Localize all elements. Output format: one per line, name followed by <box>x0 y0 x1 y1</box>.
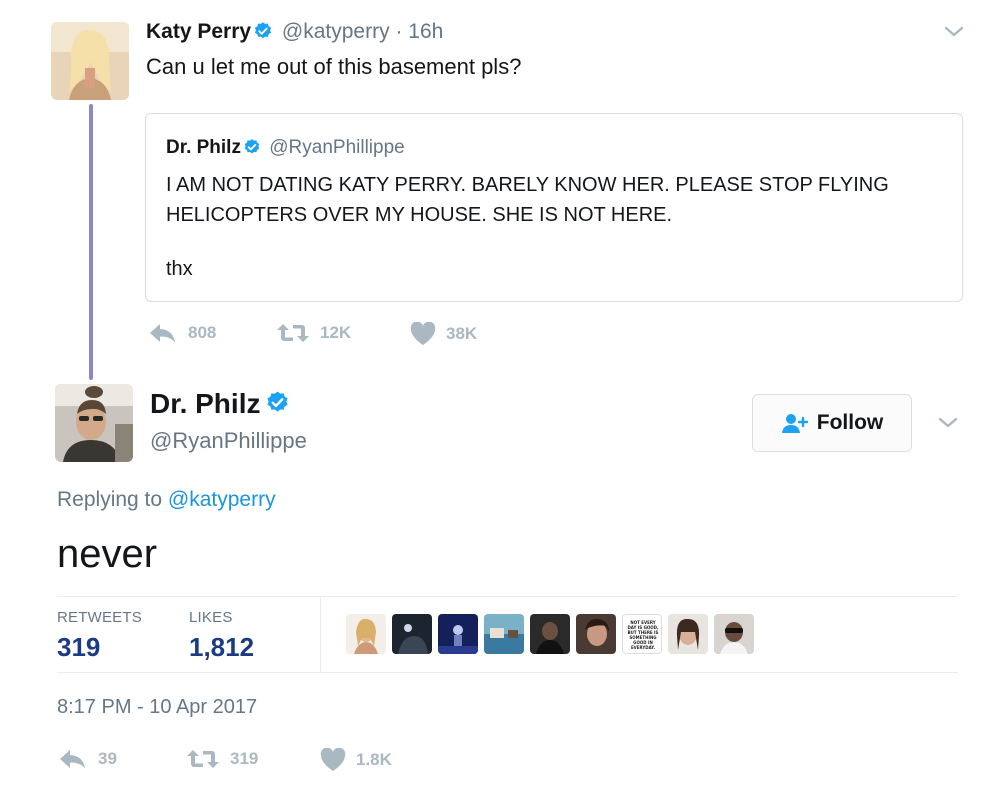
replying-to-prefix: Replying to <box>57 488 163 511</box>
liker-avatar[interactable] <box>668 614 708 654</box>
liker-avatar[interactable] <box>484 614 524 654</box>
quoted-tweet-sign-off: thx <box>166 258 193 280</box>
verified-badge-icon <box>243 138 261 162</box>
like-button[interactable]: 1.8K <box>320 748 392 772</box>
verified-badge-icon <box>253 21 273 47</box>
katy-perry-avatar-image <box>51 22 129 100</box>
stats-divider-top <box>57 596 958 597</box>
follow-button-label: Follow <box>816 411 884 434</box>
main-tweet-text: never <box>57 532 158 576</box>
retweet-button[interactable]: 12K <box>276 322 351 344</box>
parent-tweet-time[interactable]: 16h <box>408 20 443 43</box>
like-button[interactable]: 38K <box>410 322 477 346</box>
liker-avatar-quote-card[interactable]: NOT EVERY DAY IS GOOD, BUT THERE IS SOME… <box>622 614 662 654</box>
verified-badge-icon <box>265 390 290 422</box>
reply-count: 39 <box>98 749 117 768</box>
liker-avatar[interactable] <box>392 614 432 654</box>
parent-author-name[interactable]: Katy Perry <box>146 20 251 43</box>
like-count: 38K <box>446 324 478 343</box>
parent-tweet-header: Katy Perry @katyperry · 16h <box>146 20 443 47</box>
reply-button[interactable]: 39 <box>58 748 117 770</box>
reply-count: 808 <box>188 323 217 342</box>
like-count: 1.8K <box>356 750 392 769</box>
liker-avatars: NOT EVERY DAY IS GOOD, BUT THERE IS SOME… <box>346 614 754 654</box>
retweet-count: 319 <box>230 749 259 768</box>
reply-button[interactable]: 808 <box>148 322 216 344</box>
parent-tweet-text: Can u let me out of this basement pls? <box>146 54 522 79</box>
quote-card-image: NOT EVERY DAY IS GOOD, BUT THERE IS SOME… <box>623 615 661 653</box>
follow-button[interactable]: Follow <box>752 394 912 452</box>
follow-user-icon <box>781 414 808 433</box>
chevron-down-icon[interactable] <box>936 413 960 433</box>
replying-to-mention[interactable]: @katyperry <box>168 488 276 511</box>
main-author-name-row: Dr. Philz <box>150 388 293 422</box>
likes-stat-label: LIKES <box>189 609 233 626</box>
stats-divider-bottom <box>57 672 958 673</box>
liker-avatar[interactable] <box>576 614 616 654</box>
retweet-count: 12K <box>320 323 352 342</box>
liker-avatar[interactable] <box>530 614 570 654</box>
quoted-tweet-header: Dr. Philz @RyanPhillippe <box>166 137 405 162</box>
tweet-timestamp[interactable]: 8:17 PM - 10 Apr 2017 <box>57 696 257 719</box>
quoted-tweet-card[interactable]: Dr. Philz @RyanPhillippe I AM NOT DATING… <box>145 113 963 302</box>
ryan-phillippe-avatar-image <box>55 384 133 462</box>
reply-icon <box>150 324 175 343</box>
reply-icon <box>60 750 85 769</box>
ryan-phillippe-avatar[interactable] <box>55 384 133 462</box>
liker-note-line: EVERYDAY. <box>631 645 656 650</box>
likes-stat-value[interactable]: 1,812 <box>189 632 254 663</box>
main-author-name[interactable]: Dr. Philz <box>150 388 260 419</box>
heart-icon <box>320 748 346 771</box>
retweets-stat-label: RETWEETS <box>57 609 142 626</box>
stats-divider-vertical <box>320 596 321 673</box>
retweet-button[interactable]: 319 <box>186 748 258 770</box>
retweet-icon <box>277 324 309 342</box>
retweet-icon <box>187 750 219 768</box>
replying-to-line: Replying to @katyperry <box>57 488 276 512</box>
thread-connector-line <box>89 104 93 380</box>
header-separator: · <box>395 20 403 43</box>
quoted-author-handle: @RyanPhillippe <box>269 137 405 158</box>
retweets-stat-value[interactable]: 319 <box>57 632 100 663</box>
parent-author-handle[interactable]: @katyperry <box>282 20 390 43</box>
chevron-down-icon[interactable] <box>942 22 966 42</box>
liker-avatar[interactable] <box>346 614 386 654</box>
heart-icon <box>410 322 436 345</box>
liker-avatar[interactable] <box>714 614 754 654</box>
katy-perry-avatar[interactable] <box>51 22 129 100</box>
quoted-author-name: Dr. Philz <box>166 137 241 158</box>
main-author-handle[interactable]: @RyanPhillippe <box>150 428 307 454</box>
liker-avatar[interactable] <box>438 614 478 654</box>
quoted-tweet-text: I AM NOT DATING KATY PERRY. BARELY KNOW … <box>166 174 889 226</box>
